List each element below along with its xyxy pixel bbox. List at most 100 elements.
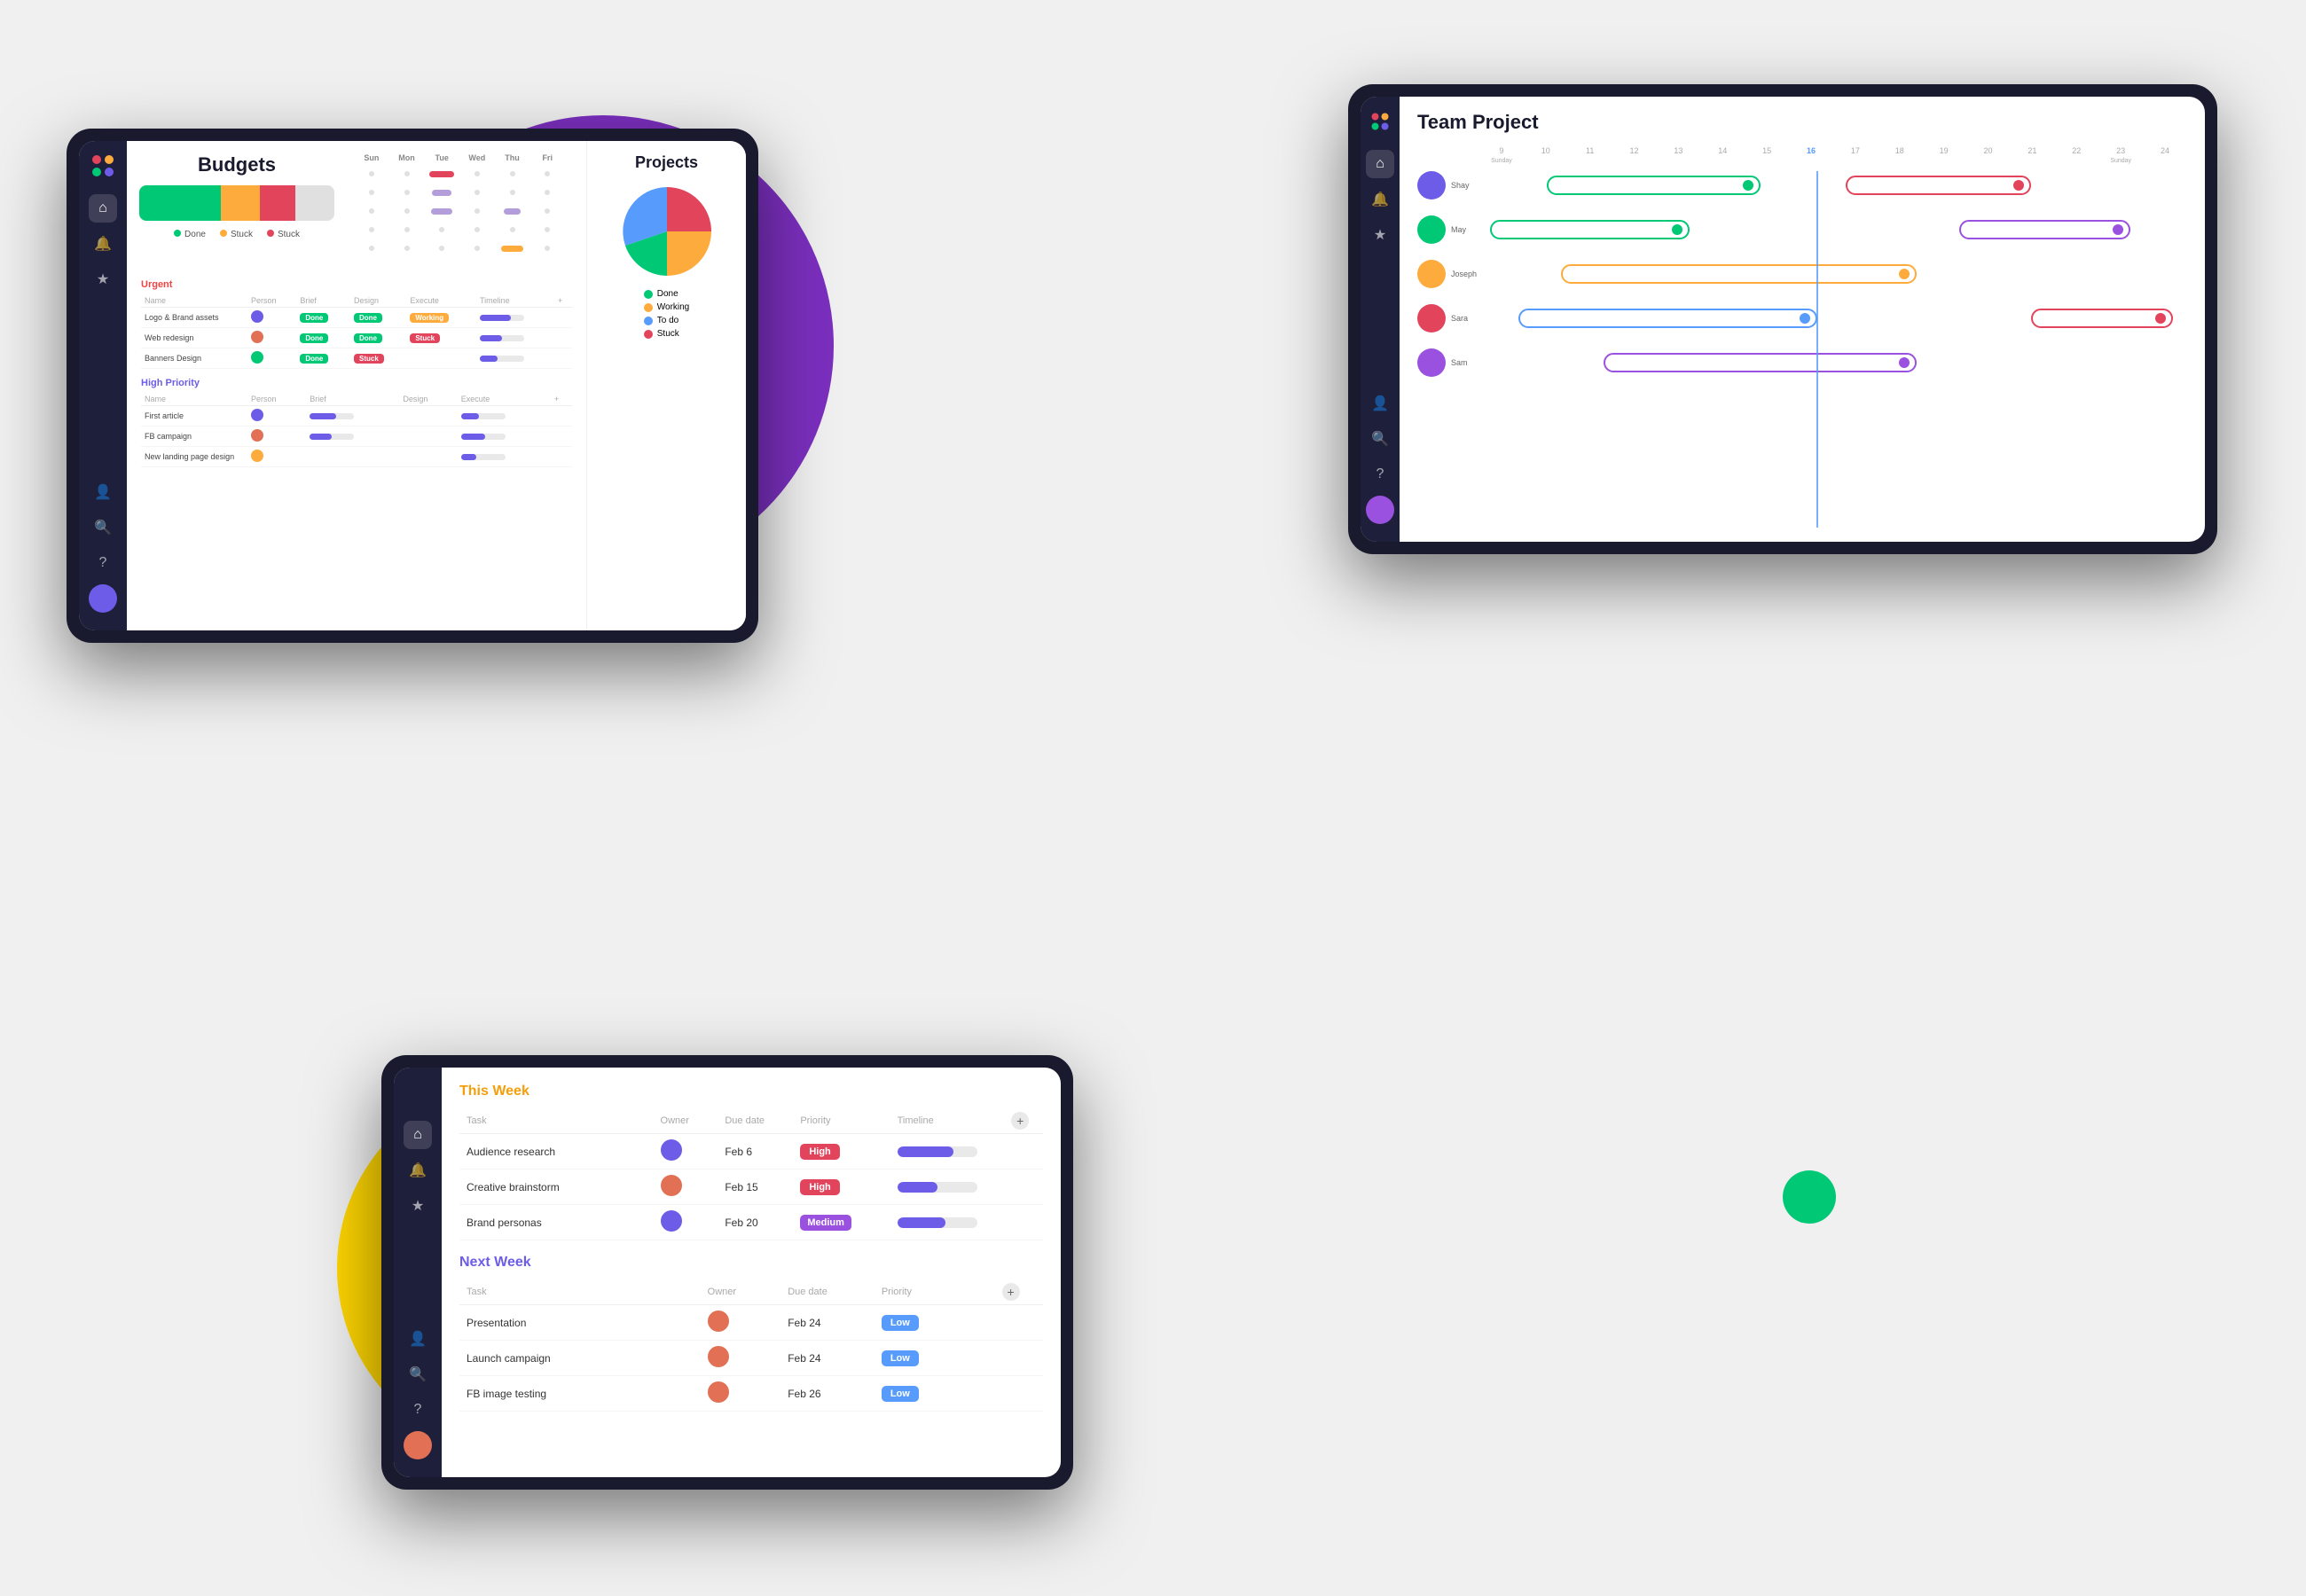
date-header: 15 (1745, 146, 1789, 164)
gantt-star-icon[interactable]: ★ (1366, 221, 1394, 249)
date-header: 13 (1657, 146, 1701, 164)
table-row: Logo & Brand assets Done Done Working (141, 308, 572, 328)
gantt-help-icon[interactable]: ? (1366, 460, 1394, 489)
table-row: New landing page design (141, 447, 572, 467)
task-row: Audience research Feb 6 High (459, 1134, 1043, 1170)
sidebar-help-icon[interactable]: ? (89, 549, 117, 577)
monitor-bottom: ⌂ 🔔 ★ 👤 🔍 ? This Week Task Owner Due dat (381, 1055, 1073, 1490)
gantt-avatar-shay (1417, 171, 1446, 200)
task-name: Launch campaign (459, 1341, 701, 1376)
task-row: Presentation Feb 24 Low (459, 1305, 1043, 1341)
gantt-bar (1959, 220, 2130, 239)
gantt-bars-sara (1476, 306, 2187, 331)
sidebar-bell-icon[interactable]: 🔔 (89, 230, 117, 258)
gantt-avatar-sam (1417, 348, 1446, 377)
bottom-home-icon[interactable]: ⌂ (404, 1121, 432, 1149)
gantt-home-icon[interactable]: ⌂ (1366, 150, 1394, 178)
gantt-bar (1490, 220, 1690, 239)
gantt-row-shay: Shay (1417, 171, 2187, 200)
add-task-btn[interactable]: + (1011, 1112, 1029, 1130)
col-task: Task (459, 1279, 701, 1305)
sidebar-bottom: ⌂ 🔔 ★ 👤 🔍 ? (394, 1068, 442, 1477)
priority-badge: Low (882, 1350, 919, 1366)
gantt-bars-shay (1476, 173, 2187, 198)
col-due: Due date (780, 1279, 875, 1305)
date-header: 12 (1612, 146, 1657, 164)
sidebar-search-icon[interactable]: 🔍 (89, 513, 117, 542)
gantt-bar (1518, 309, 1817, 328)
task-name: Presentation (459, 1305, 701, 1341)
gantt-bar (1846, 176, 2031, 195)
gantt-main: Team Project 9Sunday 10 11 12 13 14 15 1… (1400, 97, 2205, 542)
task-name: Audience research (459, 1134, 654, 1170)
this-week-section: This Week Task Owner Due date Priority T… (459, 1084, 1043, 1240)
sidebar-star-icon[interactable]: ★ (89, 265, 117, 293)
gantt-person-icon[interactable]: 👤 (1366, 389, 1394, 418)
date-header: 17 (1833, 146, 1878, 164)
today-line (1816, 171, 1818, 528)
gantt-avatar[interactable] (1366, 496, 1394, 524)
bottom-star-icon[interactable]: ★ (404, 1192, 432, 1220)
task-name: FB image testing (459, 1376, 701, 1412)
col-task: Task (459, 1108, 654, 1134)
projects-pie (618, 183, 716, 280)
gantt-title: Team Project (1417, 111, 2187, 134)
monitor-left: ⌂ 🔔 ★ 👤 🔍 ? Budgets (67, 129, 758, 643)
bottom-content: This Week Task Owner Due date Priority T… (442, 1068, 1061, 1477)
priority-badge: High (800, 1144, 839, 1160)
task-due: Feb 26 (780, 1376, 875, 1412)
task-due: Feb 24 (780, 1341, 875, 1376)
bottom-person-icon[interactable]: 👤 (404, 1325, 432, 1353)
this-week-table: Task Owner Due date Priority Timeline + (459, 1108, 1043, 1240)
col-add: + (1004, 1108, 1043, 1134)
sidebar-left: ⌂ 🔔 ★ 👤 🔍 ? (79, 141, 127, 630)
timeline-bar (898, 1146, 977, 1157)
gantt-row-sara: Sara (1417, 304, 2187, 332)
gantt-bar (1561, 264, 1917, 284)
gantt-search-icon[interactable]: 🔍 (1366, 425, 1394, 453)
gantt-name-sam: Sam (1451, 358, 1476, 367)
timeline-bar (898, 1217, 977, 1228)
gantt-name-joseph: Joseph (1451, 270, 1476, 278)
gantt-avatar-may (1417, 215, 1446, 244)
col-due: Due date (718, 1108, 793, 1134)
app-logo (89, 152, 117, 180)
date-header: 11 (1568, 146, 1612, 164)
bottom-avatar[interactable] (404, 1431, 432, 1459)
gantt-name-sara: Sara (1451, 314, 1476, 323)
gantt-date-headers: 9Sunday 10 11 12 13 14 15 16 17 18 19 20… (1479, 146, 2187, 164)
add-task-btn-next[interactable]: + (1002, 1283, 1020, 1301)
date-header: 24 (2143, 146, 2187, 164)
tables-section: Urgent Name Person Brief Design Execute … (127, 272, 586, 485)
task-name: Creative brainstorm (459, 1170, 654, 1205)
sidebar-home-icon[interactable]: ⌂ (89, 194, 117, 223)
bottom-help-icon[interactable]: ? (404, 1396, 432, 1424)
gantt-row-sam: Sam (1417, 348, 2187, 377)
date-header-today: 16 (1789, 146, 1833, 164)
gantt-bars-may (1476, 217, 2187, 242)
bottom-bell-icon[interactable]: 🔔 (404, 1156, 432, 1185)
projects-title: Projects (635, 153, 698, 172)
sidebar-avatar[interactable] (89, 584, 117, 613)
gantt-bell-icon[interactable]: 🔔 (1366, 185, 1394, 214)
urgent-table: Name Person Brief Design Execute Timelin… (141, 294, 572, 369)
gantt-logo (1366, 107, 1394, 136)
priority-badge: Low (882, 1315, 919, 1331)
bottom-search-icon[interactable]: 🔍 (404, 1360, 432, 1389)
col-timeline: Timeline (890, 1108, 1005, 1134)
col-priority: Priority (875, 1279, 995, 1305)
budget-bar (139, 185, 334, 221)
bg-circle-green (1783, 1170, 1836, 1224)
date-header: 19 (1922, 146, 1966, 164)
task-row: Creative brainstorm Feb 15 High (459, 1170, 1043, 1205)
projects-legend: Done Working To do Stuck (644, 289, 690, 342)
date-header: 10 (1524, 146, 1568, 164)
date-header: 14 (1700, 146, 1745, 164)
date-header: 9Sunday (1479, 146, 1524, 164)
monitor-right: ⌂ 🔔 ★ 👤 🔍 ? Team Project 9Sunday 10 11 1… (1348, 84, 2217, 554)
task-due: Feb 24 (780, 1305, 875, 1341)
gantt-row-joseph: Joseph (1417, 260, 2187, 288)
task-due: Feb 15 (718, 1170, 793, 1205)
gantt-name-may: May (1451, 225, 1476, 234)
sidebar-person-icon[interactable]: 👤 (89, 478, 117, 506)
